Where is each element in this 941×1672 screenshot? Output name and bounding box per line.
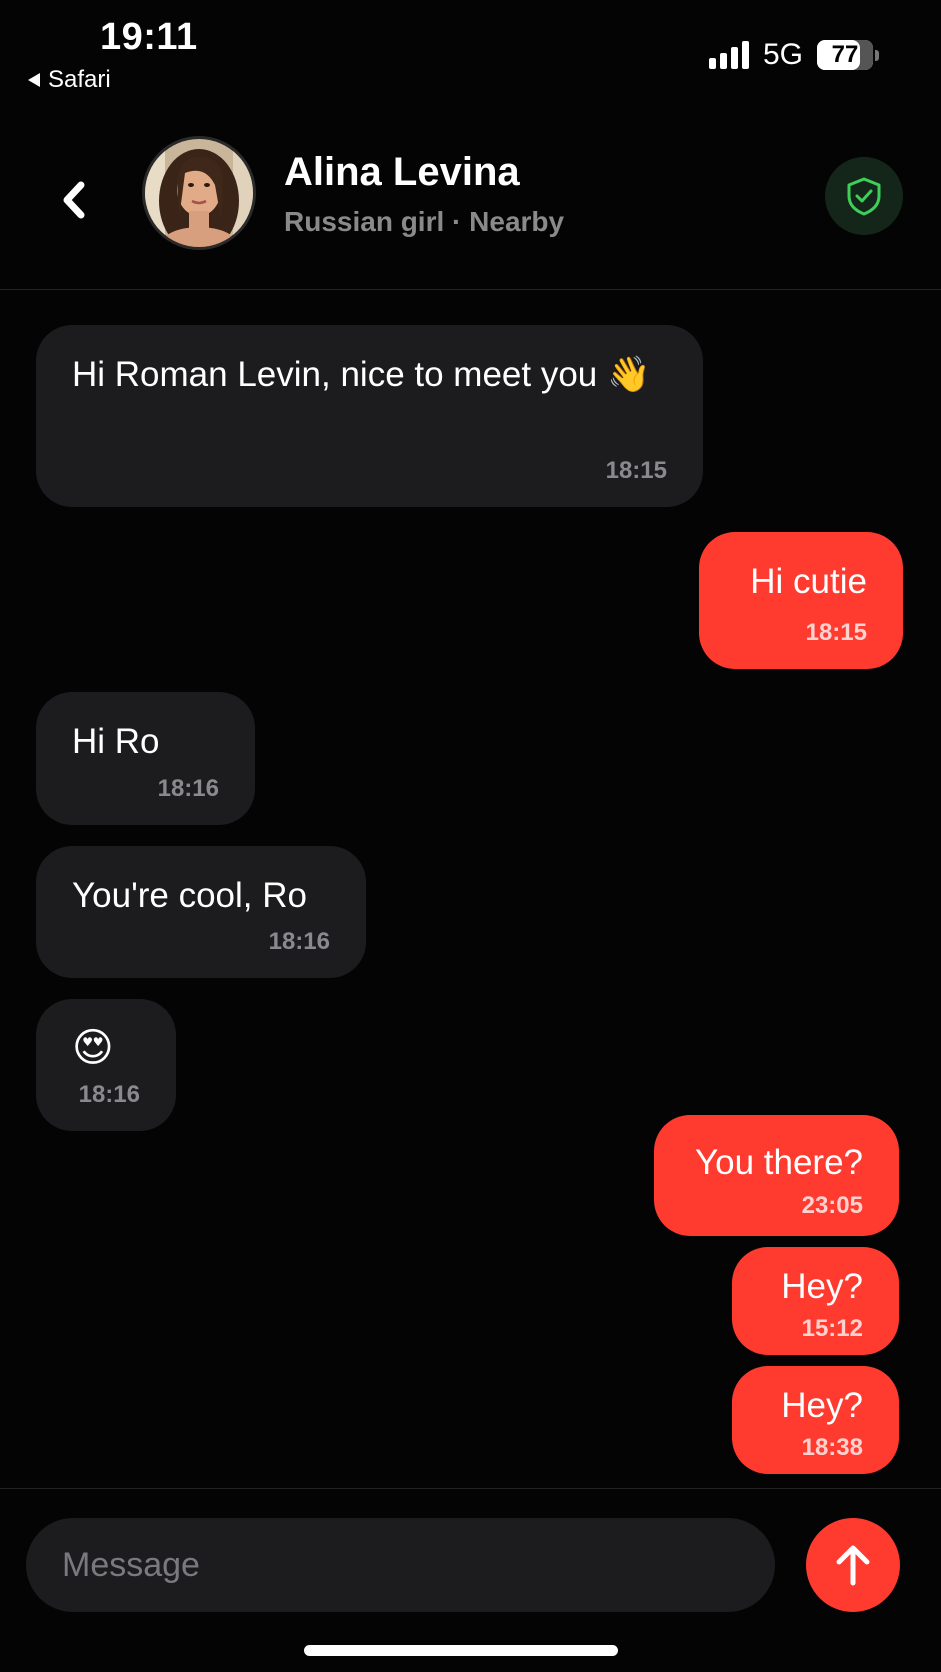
back-app-label: Safari	[48, 66, 111, 93]
contact-subtitle: Russian girl · Nearby	[284, 206, 565, 237]
contact-avatar[interactable]	[142, 136, 256, 250]
back-triangle-icon	[28, 73, 40, 87]
message-bubble-incoming[interactable]: 😍 18:16	[36, 999, 176, 1131]
message-time: 18:15	[605, 457, 667, 484]
message-bubble-outgoing[interactable]: Hey? 15:12	[732, 1247, 899, 1355]
back-button[interactable]	[52, 172, 96, 228]
chat-header: Alina Levina Russian girl · Nearby	[0, 120, 941, 290]
message-text: You're cool, Ro	[72, 876, 307, 915]
home-indicator[interactable]	[304, 1645, 618, 1656]
message-text: Hey?	[781, 1386, 863, 1425]
message-input[interactable]	[26, 1518, 775, 1612]
chevron-left-icon	[63, 181, 85, 219]
message-bubble-outgoing[interactable]: Hey? 18:38	[732, 1366, 899, 1474]
message-text: Hey?	[781, 1267, 863, 1306]
message-time: 18:16	[268, 928, 330, 955]
message-text: 😍	[72, 1026, 114, 1070]
chat-screen: 19:11 Safari 5G 77 Alina Levina Russian …	[0, 0, 941, 1672]
cellular-signal-icon	[708, 41, 749, 69]
message-text: Hi Ro	[72, 722, 160, 761]
message-time: 18:16	[157, 775, 219, 802]
message-time: 18:15	[805, 619, 867, 646]
battery-percent: 77	[831, 41, 859, 68]
status-indicators: 5G 77	[708, 38, 879, 72]
message-time: 23:05	[801, 1192, 863, 1219]
message-time: 15:12	[801, 1315, 863, 1342]
arrow-up-icon	[836, 1545, 870, 1586]
message-bubble-outgoing[interactable]: You there? 23:05	[654, 1115, 899, 1236]
send-button[interactable]	[806, 1518, 900, 1612]
contact-name: Alina Levina	[284, 150, 520, 194]
message-bubble-outgoing[interactable]: Hi cutie 18:15	[699, 532, 903, 669]
message-bubble-incoming[interactable]: You're cool, Ro 18:16	[36, 846, 366, 978]
message-text: Hi Roman Levin, nice to meet you 👋	[72, 355, 651, 394]
back-to-app-link[interactable]: Safari	[28, 66, 111, 94]
network-type: 5G	[762, 38, 803, 71]
message-bubble-incoming[interactable]: Hi Ro 18:16	[36, 692, 255, 825]
message-time: 18:16	[78, 1081, 140, 1108]
shield-check-icon	[847, 177, 881, 216]
message-text: Hi cutie	[750, 562, 867, 601]
message-time: 18:38	[801, 1434, 863, 1461]
safety-shield-button[interactable]	[825, 157, 903, 235]
message-bubble-incoming[interactable]: Hi Roman Levin, nice to meet you 👋 18:15	[36, 325, 703, 507]
status-time: 19:11	[100, 16, 198, 58]
battery-icon: 77	[817, 40, 873, 70]
message-text: You there?	[694, 1143, 863, 1182]
